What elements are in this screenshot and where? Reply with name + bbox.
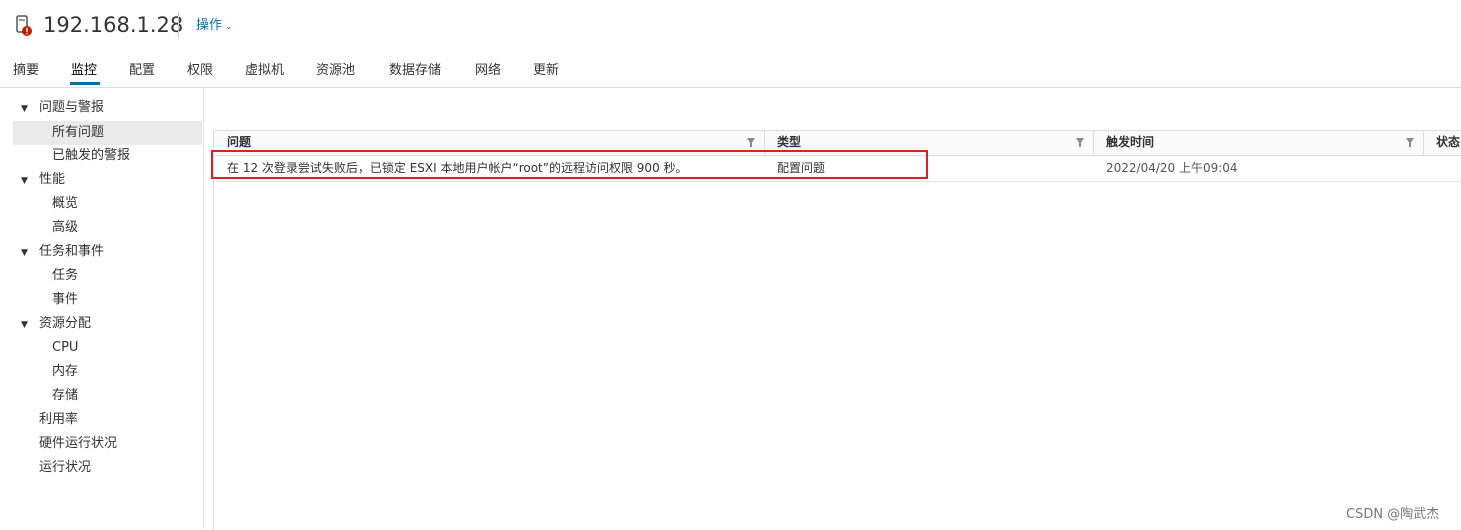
page-title: 192.168.1.28 [43, 13, 184, 37]
column-resizer[interactable] [1093, 131, 1094, 155]
filter-icon[interactable] [1076, 138, 1084, 147]
filter-icon[interactable] [1406, 138, 1414, 147]
issues-datagrid: 问题 类型 触发时间 状态 在 12 次登录尝试失败后，已锁定 ESXI 本地用… [213, 130, 1461, 530]
sidebar-item-label: 所有问题 [52, 125, 105, 140]
tab-updates[interactable]: 更新 [533, 59, 559, 78]
host-warning-icon [15, 15, 35, 37]
sidebar-item-triggered-alarms[interactable]: 已触发的警报 [52, 147, 130, 165]
caret-down-icon[interactable]: ▼ [21, 176, 28, 186]
active-tab-indicator [70, 82, 100, 85]
sidebar-section-issues-alarms[interactable]: 问题与警报 [39, 99, 104, 117]
cell-trigger-time: 2022/04/20 上午09:04 [1106, 161, 1238, 175]
sidebar-item-health[interactable]: 运行状况 [39, 459, 91, 477]
caret-down-icon[interactable]: ▼ [21, 104, 28, 114]
sidebar-section-performance[interactable]: 性能 [39, 171, 65, 189]
actions-menu-button[interactable]: 操作 ⌄ [196, 17, 233, 36]
sidebar-item-tasks[interactable]: 任务 [52, 267, 78, 285]
sidebar-item-memory[interactable]: 内存 [52, 363, 78, 381]
tab-resource-pools[interactable]: 资源池 [316, 59, 355, 78]
sidebar-item-overview[interactable]: 概览 [52, 195, 78, 213]
tab-vms[interactable]: 虚拟机 [245, 59, 284, 78]
sidebar-item-all-issues-selected[interactable]: 所有问题 [13, 121, 202, 145]
chevron-down-icon: ⌄ [225, 22, 233, 32]
tab-monitor[interactable]: 监控 [71, 59, 97, 78]
watermark: CSDN @陶武杰 [1346, 507, 1440, 522]
sidebar-item-hardware-health[interactable]: 硬件运行状况 [39, 435, 117, 453]
sidebar-item-events[interactable]: 事件 [52, 291, 78, 309]
sidebar-item-utilization[interactable]: 利用率 [39, 411, 78, 429]
tab-networks[interactable]: 网络 [475, 59, 501, 78]
sidebar-section-tasks-events[interactable]: 任务和事件 [39, 243, 104, 261]
sidebar-item-advanced[interactable]: 高级 [52, 219, 78, 237]
column-header-status[interactable]: 状态 [1436, 131, 1460, 155]
sidebar-item-storage[interactable]: 存储 [52, 387, 78, 405]
header-divider [178, 12, 179, 38]
tab-datastores[interactable]: 数据存储 [389, 59, 441, 78]
tab-configure[interactable]: 配置 [129, 59, 155, 78]
object-header: 192.168.1.28 操作 ⌄ [0, 0, 1461, 50]
annotation-highlight-box [211, 150, 928, 179]
tab-summary[interactable]: 摘要 [13, 59, 39, 78]
column-resizer[interactable] [1423, 131, 1424, 155]
caret-down-icon[interactable]: ▼ [21, 248, 28, 258]
sidebar-section-resource-allocation[interactable]: 资源分配 [39, 315, 91, 333]
caret-down-icon[interactable]: ▼ [21, 320, 28, 330]
column-header-trigger-time[interactable]: 触发时间 [1106, 131, 1154, 155]
filter-icon[interactable] [747, 138, 755, 147]
tab-permissions[interactable]: 权限 [187, 59, 213, 78]
tab-bar: 摘要 监控 配置 权限 虚拟机 资源池 数据存储 网络 更新 [0, 54, 1461, 88]
actions-label: 操作 [196, 18, 223, 33]
sidebar-item-cpu[interactable]: CPU [52, 339, 78, 357]
